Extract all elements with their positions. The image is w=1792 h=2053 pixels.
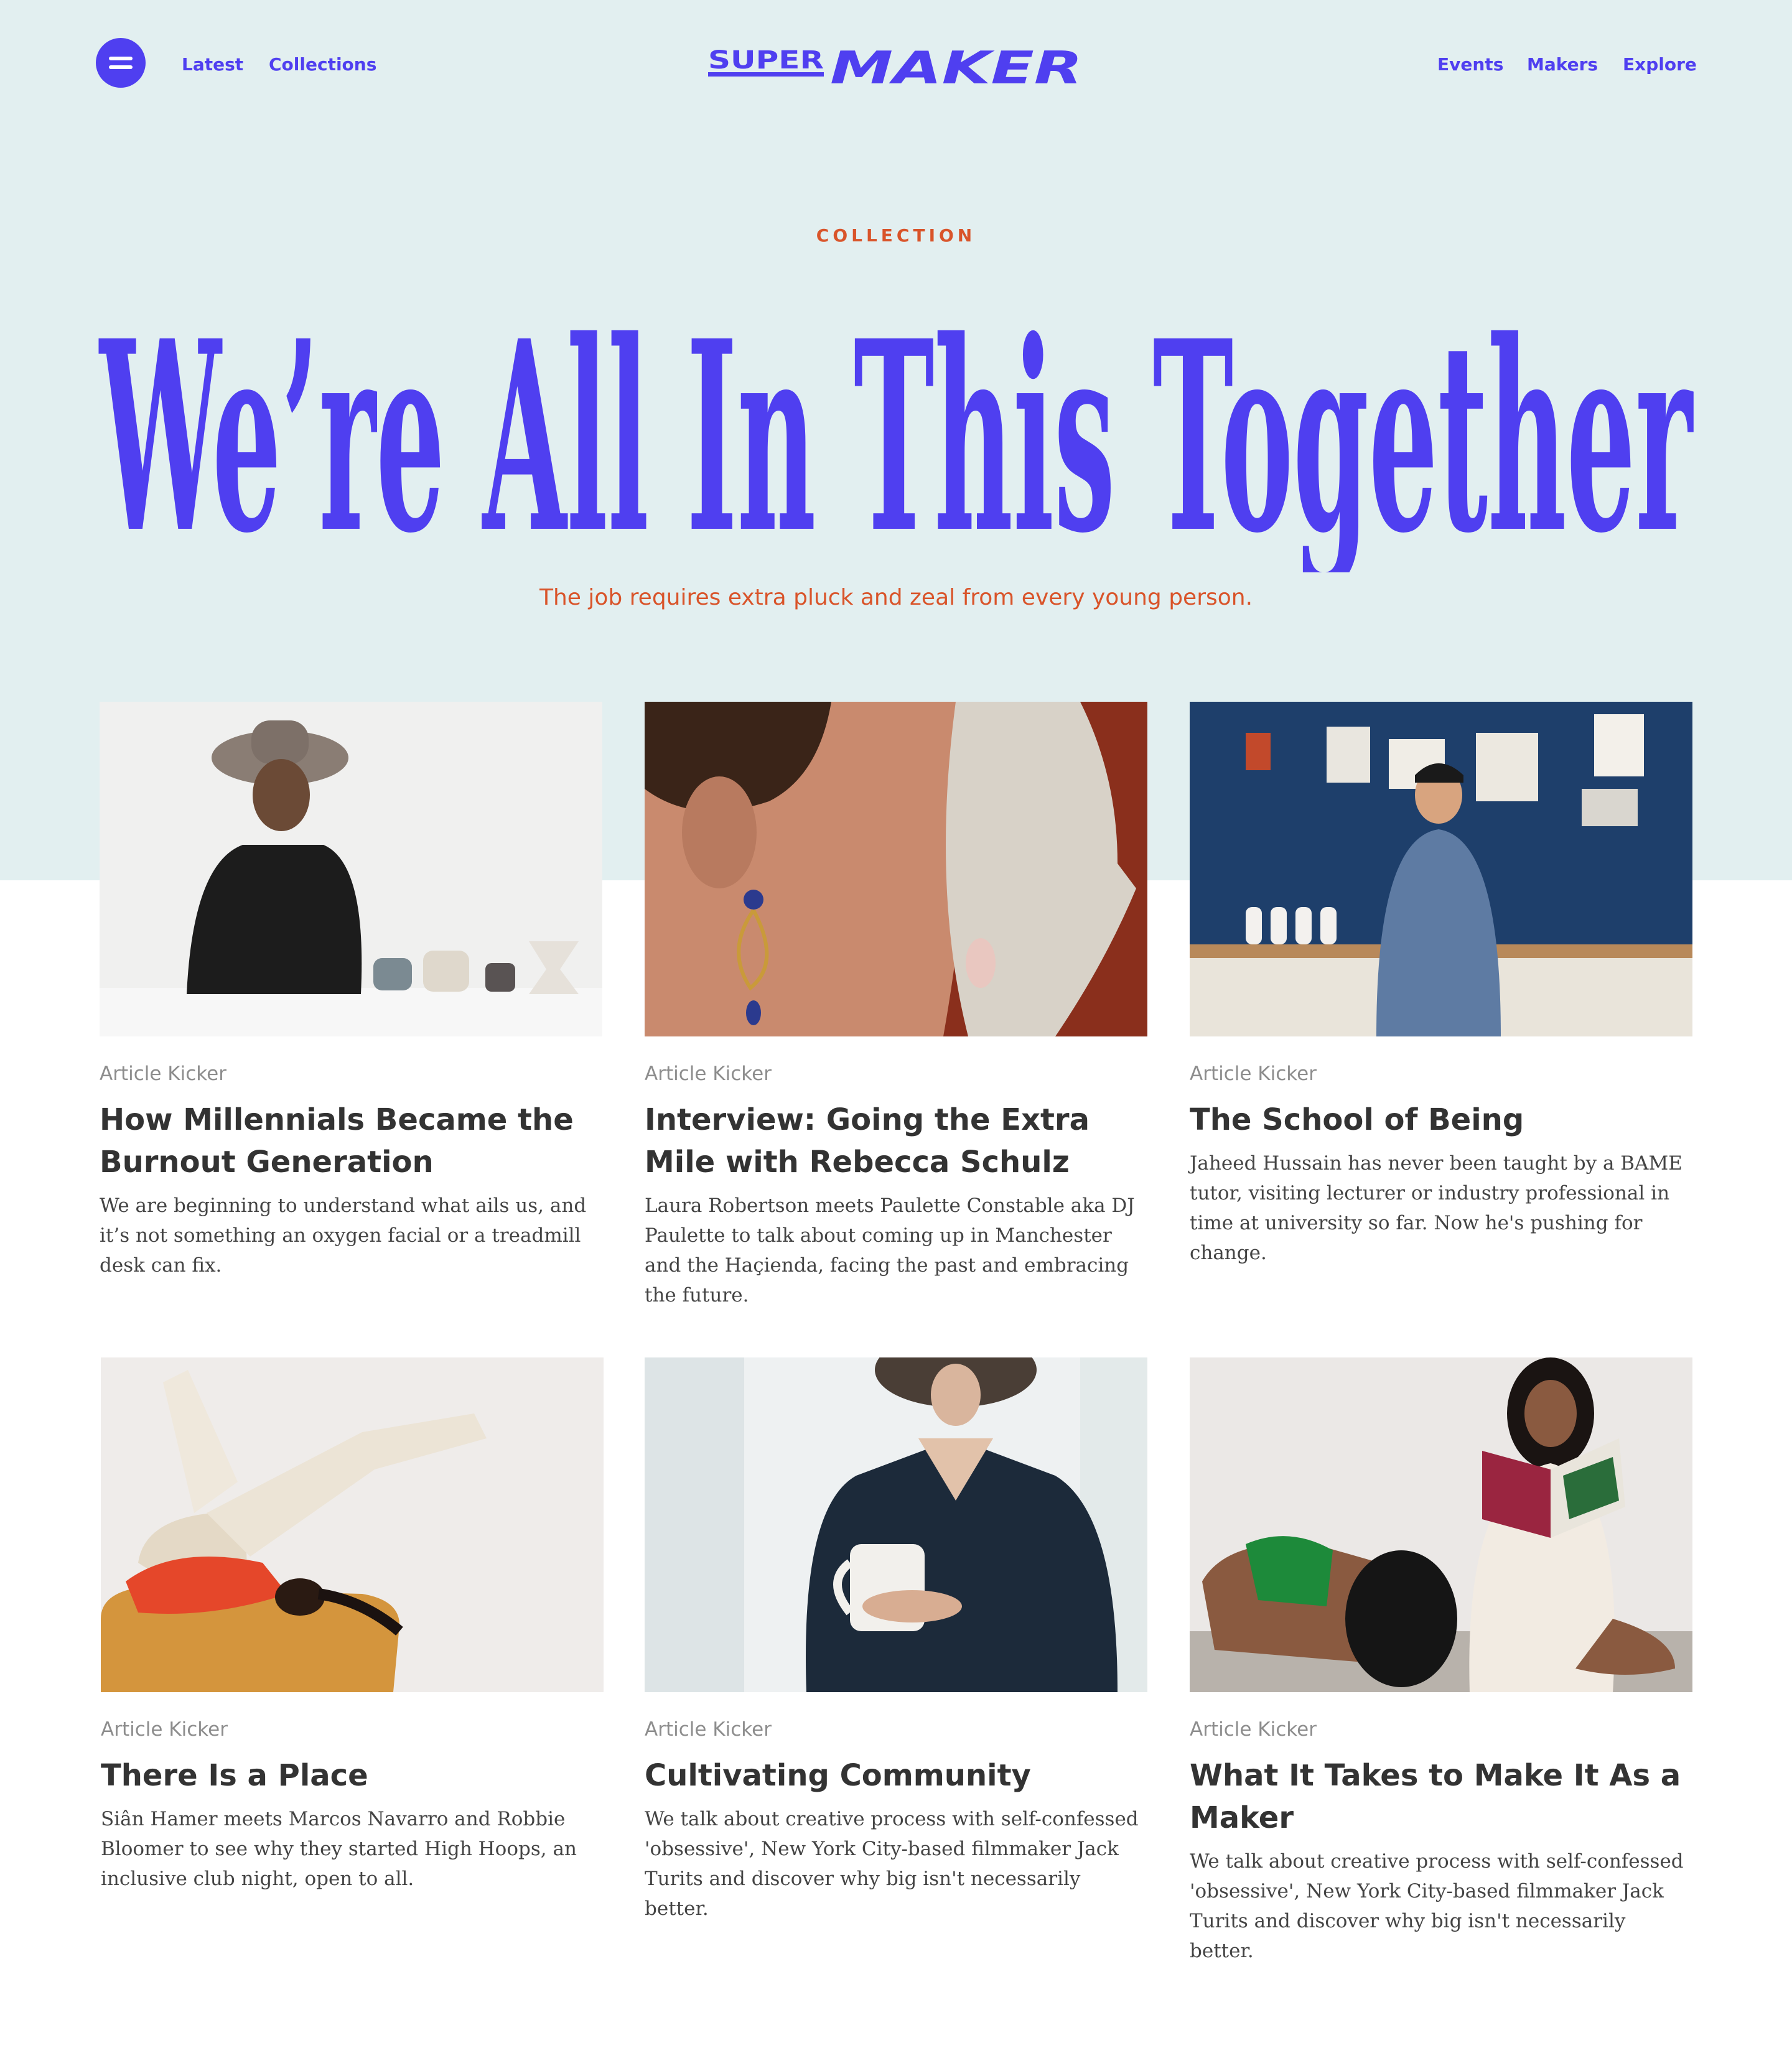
svg-text:SUPER: SUPER [708, 46, 824, 75]
article-image[interactable] [1190, 702, 1692, 1036]
hero-subtitle: The job requires extra pluck and zeal fr… [539, 585, 1253, 610]
article-card[interactable]: Article Kicker Interview: Going the Extr… [645, 702, 1147, 1310]
collection-kicker: COLLECTION [816, 225, 976, 246]
photo-two-women-reading-magazine [1190, 1357, 1692, 1692]
article-card[interactable]: Article Kicker What It Takes to Make It … [1190, 1357, 1692, 1966]
article-image[interactable] [645, 702, 1147, 1036]
article-card[interactable]: Article Kicker The School of Being Jahee… [1190, 702, 1692, 1268]
article-card[interactable]: Article Kicker There Is a Place Siân Ham… [101, 1357, 604, 1894]
supermaker-logo: SUPER MAKER [708, 42, 1083, 94]
article-description: We talk about creative process with self… [645, 1808, 1139, 1920]
menu-button[interactable] [96, 38, 146, 88]
article-description: We are beginning to understand what ails… [100, 1194, 587, 1277]
photo-woman-with-mask-and-earring [645, 702, 1147, 1036]
article-kicker: Article Kicker [101, 1718, 228, 1741]
article-title[interactable]: There Is a Place [101, 1754, 604, 1797]
article-image[interactable] [645, 1357, 1147, 1692]
nav-events[interactable]: Events [1437, 52, 1503, 77]
article-title[interactable]: Interview: Going the Extra Mile with Reb… [645, 1099, 1147, 1183]
article-image[interactable] [1190, 1357, 1692, 1692]
article-card[interactable]: Article Kicker How Millennials Became th… [100, 702, 602, 1280]
photo-woman-in-hat-with-ceramics [100, 702, 602, 1036]
article-card[interactable]: Article Kicker Cultivating Community We … [645, 1357, 1147, 1924]
article-title[interactable]: Cultivating Community [645, 1754, 1147, 1797]
site-logo[interactable]: SUPER MAKER [708, 42, 1084, 94]
article-kicker: Article Kicker [100, 1063, 226, 1085]
article-description: Laura Robertson meets Paulette Constable… [645, 1194, 1135, 1306]
nav-latest[interactable]: Latest [182, 52, 243, 77]
hamburger-icon [109, 57, 133, 60]
article-description: Siân Hamer meets Marcos Navarro and Robb… [101, 1808, 577, 1890]
page-title: We’re All In This Together [0, 274, 1792, 572]
article-title[interactable]: How Millennials Became the Burnout Gener… [100, 1099, 602, 1183]
hero-title-svg: We’re All In This Together [98, 284, 1694, 572]
article-title[interactable]: What It Takes to Make It As a Maker [1190, 1754, 1692, 1839]
article-kicker: Article Kicker [645, 1718, 772, 1741]
hero-title-text: We’re All In This Together [98, 284, 1694, 572]
nav-makers[interactable]: Makers [1527, 52, 1598, 77]
site-header: Latest Collections SUPER MAKER Events Ma… [0, 0, 1792, 131]
photo-woman-holding-mug [645, 1357, 1147, 1692]
article-image[interactable] [101, 1357, 604, 1692]
photo-woman-legs-up-on-sofa [101, 1357, 604, 1692]
article-title[interactable]: The School of Being [1190, 1099, 1692, 1141]
article-kicker: Article Kicker [645, 1063, 772, 1085]
article-description: Jaheed Hussain has never been taught by … [1190, 1152, 1682, 1264]
nav-collections[interactable]: Collections [269, 52, 376, 77]
article-kicker: Article Kicker [1190, 1063, 1317, 1085]
article-kicker: Article Kicker [1190, 1718, 1317, 1741]
photo-man-in-studio [1190, 702, 1692, 1036]
nav-explore[interactable]: Explore [1623, 52, 1697, 77]
article-description: We talk about creative process with self… [1190, 1850, 1684, 1962]
article-image[interactable] [100, 702, 602, 1036]
svg-text:MAKER: MAKER [830, 44, 1083, 87]
hamburger-icon-bar [109, 65, 133, 69]
